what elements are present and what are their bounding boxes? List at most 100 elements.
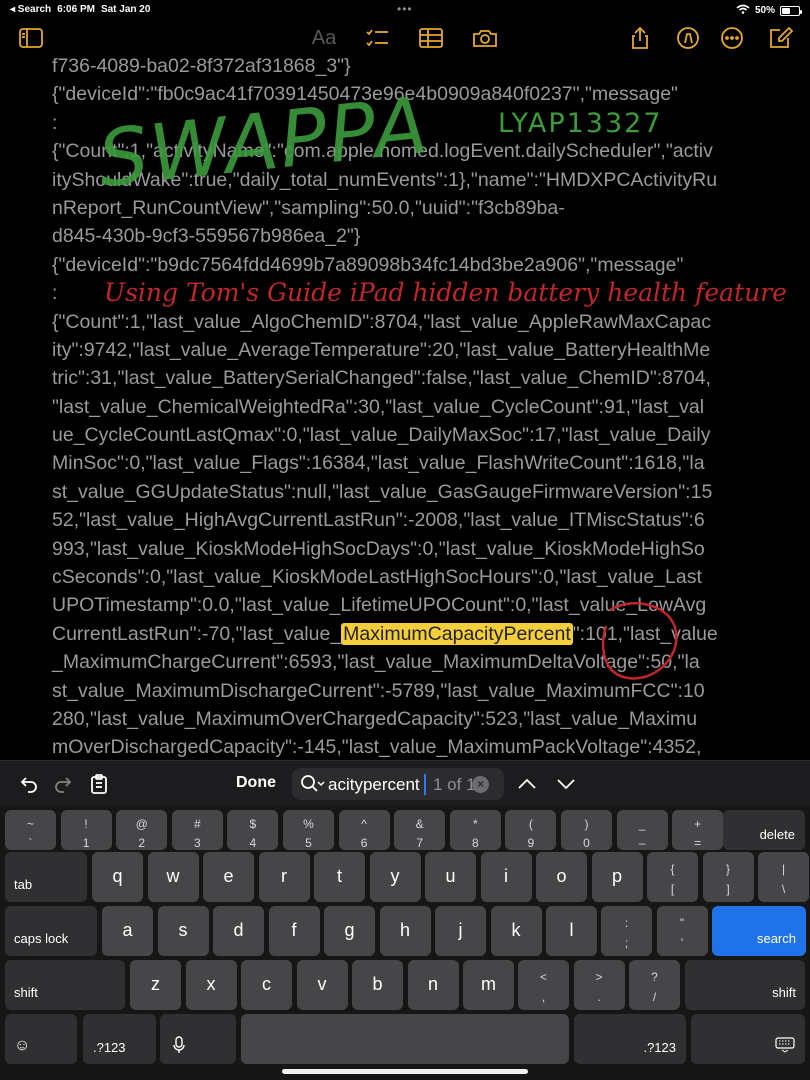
letter-key[interactable]: f — [268, 906, 320, 956]
number-key[interactable]: ! 1 — [60, 810, 112, 850]
number-key[interactable]: @2 — [116, 810, 168, 850]
letter-key[interactable]: c — [241, 960, 292, 1010]
key-shift-symbol: ! — [84, 817, 88, 831]
camera-icon[interactable] — [471, 26, 499, 50]
done-button[interactable]: Done — [236, 774, 276, 792]
note-text-line: 993,"last_value_KioskModeHighSocDays":0,… — [52, 537, 705, 560]
paste-icon[interactable] — [86, 771, 112, 797]
search-options-icon[interactable] — [300, 774, 326, 794]
left-shift-key[interactable]: shift — [5, 960, 125, 1010]
symbol-key[interactable]: <, — [518, 960, 569, 1010]
number-key[interactable]: * 8 — [449, 810, 501, 850]
letter-key[interactable]: h — [379, 906, 431, 956]
delete-key[interactable]: delete — [723, 810, 805, 850]
search-key[interactable]: search — [712, 906, 806, 956]
format-button[interactable]: Aa — [310, 26, 338, 50]
key-shift-symbol: > — [595, 970, 603, 984]
letter-key[interactable]: q — [92, 852, 143, 902]
dictation-key[interactable] — [160, 1014, 236, 1064]
letter-key[interactable]: s — [157, 906, 209, 956]
key-base-symbol: 1 — [82, 836, 90, 850]
compose-icon[interactable] — [767, 26, 795, 50]
letter-key[interactable]: k — [490, 906, 542, 956]
left-numbers-key[interactable]: .?123 — [83, 1014, 156, 1064]
symbol-key[interactable]: >. — [573, 960, 625, 1010]
undo-icon[interactable] — [16, 771, 42, 797]
letter-key[interactable]: z — [130, 960, 181, 1010]
find-search-field[interactable]: acitypercent 1 of 1 × — [292, 768, 504, 800]
checklist-icon[interactable] — [363, 26, 391, 50]
number-key[interactable]: ~ ` — [5, 810, 56, 850]
dismiss-keyboard-key[interactable] — [691, 1014, 805, 1064]
number-key[interactable]: $4 — [227, 810, 279, 850]
sidebar-icon[interactable] — [17, 26, 45, 50]
symbol-key[interactable]: | \ — [758, 852, 809, 902]
letter-key[interactable]: n — [407, 960, 459, 1010]
more-options-icon[interactable] — [718, 26, 746, 50]
symbol-key[interactable]: ? / — [629, 960, 680, 1010]
microphone-icon — [172, 1036, 186, 1057]
table-icon[interactable] — [417, 26, 445, 50]
markup-pen-icon[interactable] — [674, 26, 702, 50]
number-key[interactable]: + = — [672, 810, 724, 850]
clear-search-icon[interactable]: × — [472, 776, 489, 793]
key-shift-symbol: % — [303, 817, 314, 831]
find-query[interactable]: acitypercent — [328, 775, 424, 795]
key-shift-symbol: * — [472, 817, 478, 831]
number-key[interactable]: % 5 — [283, 810, 334, 850]
letter-key[interactable]: g — [324, 906, 375, 956]
number-key[interactable]: & 7 — [394, 810, 446, 850]
note-body[interactable]: f736-4089-ba02-8f372af31868_3"} {"deviceI… — [52, 52, 762, 762]
space-bar[interactable] — [241, 1014, 569, 1064]
letter-key[interactable]: l — [546, 906, 597, 956]
letter-key[interactable]: r — [258, 852, 310, 902]
letter-key[interactable]: p — [591, 852, 643, 902]
symbol-key[interactable]: {[ — [647, 852, 698, 902]
letter-key[interactable]: w — [147, 852, 199, 902]
letter-key[interactable]: e — [203, 852, 254, 902]
key-letter: r — [281, 866, 287, 886]
letter-key[interactable]: u — [425, 852, 476, 902]
letter-key[interactable]: x — [185, 960, 237, 1010]
key-letter: u — [445, 866, 456, 886]
note-text-line: UPOTimestamp":0.0,"last_value_LifetimeUP… — [52, 594, 707, 617]
keyboard-dismiss-icon — [775, 1037, 795, 1056]
symbol-key[interactable]: :; — [601, 906, 652, 956]
share-icon[interactable] — [626, 26, 654, 50]
caps-lock-key[interactable]: caps lock — [5, 906, 97, 956]
letter-key[interactable]: i — [480, 852, 532, 902]
number-key[interactable]: #3 — [171, 810, 223, 850]
number-key[interactable]: ) 0 — [561, 810, 612, 850]
right-shift-key[interactable]: shift — [685, 960, 805, 1010]
number-key[interactable]: ^ 6 — [338, 810, 390, 850]
number-key[interactable]: (9 — [505, 810, 557, 850]
symbol-key[interactable]: }] — [702, 852, 754, 902]
key-letter: f — [291, 920, 297, 940]
symbol-key[interactable]: " ' — [656, 906, 708, 956]
key-base-symbol: \ — [781, 882, 786, 896]
letter-key[interactable]: a — [102, 906, 153, 956]
letter-key[interactable]: d — [213, 906, 264, 956]
previous-match-chevron-up-icon[interactable] — [514, 771, 540, 797]
emoji-key[interactable]: ☺ — [5, 1014, 77, 1064]
note-text-line: nReport_RunCountView","sampling":50.0,"u… — [52, 196, 565, 219]
right-numbers-key[interactable]: .?123 — [574, 1014, 686, 1064]
letter-key[interactable]: y — [369, 852, 421, 902]
key-letter: p — [611, 866, 622, 886]
next-match-chevron-down-icon[interactable] — [553, 771, 579, 797]
status-bar: ◂ Search 6:06 PM Sat Jan 20 ••• 50% — [0, 0, 810, 20]
letter-key[interactable]: m — [463, 960, 514, 1010]
letter-key[interactable]: b — [352, 960, 403, 1010]
redo-icon[interactable] — [50, 771, 76, 797]
note-text-line: st_value_GGUpdateStatus":null,"last_valu… — [52, 480, 713, 503]
letter-key[interactable]: j — [435, 906, 486, 956]
tab-key[interactable]: tab — [5, 852, 87, 902]
number-key[interactable]: _ – — [616, 810, 668, 850]
multitasking-dots-icon[interactable]: ••• — [397, 2, 413, 16]
home-indicator[interactable] — [282, 1069, 528, 1074]
note-text-line: : — [52, 111, 58, 134]
letter-key[interactable]: t — [314, 852, 365, 902]
letter-key[interactable]: o — [536, 852, 587, 902]
back-to-search-link[interactable]: ◂ Search — [10, 4, 51, 15]
letter-key[interactable]: v — [296, 960, 348, 1010]
